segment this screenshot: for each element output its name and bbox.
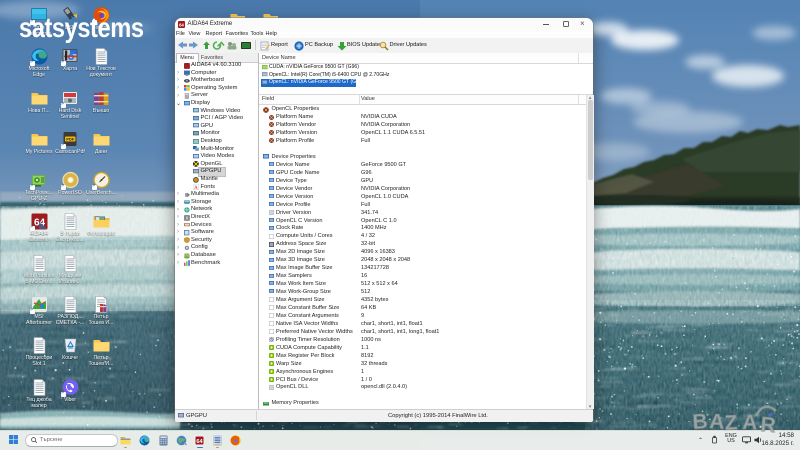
svg-text:R: R	[760, 413, 777, 437]
svg-text:64: 64	[179, 22, 184, 27]
svg-text:B: B	[692, 410, 709, 434]
svg-text:A: A	[194, 186, 198, 190]
svg-text:A: A	[742, 411, 758, 435]
svg-text:Z: Z	[724, 411, 738, 435]
svg-text:X: X	[185, 215, 188, 220]
svg-text:64: 64	[196, 439, 203, 445]
svg-text:A: A	[709, 410, 725, 434]
